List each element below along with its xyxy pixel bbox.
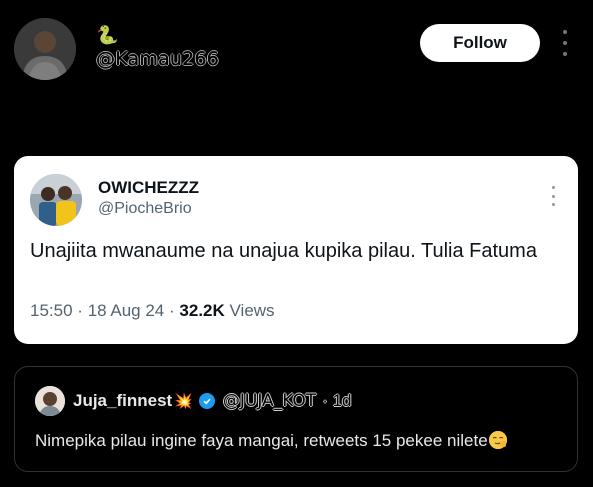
avatar[interactable] bbox=[14, 18, 76, 80]
reply-text-body: Nimepika pilau ingine faya mangai, retwe… bbox=[35, 431, 488, 450]
tweet-date[interactable]: 18 Aug 24 bbox=[88, 301, 165, 320]
quoted-tweet-card[interactable]: OWICHEZZZ @PiocheBrio Unajiita mwanaume … bbox=[14, 156, 578, 344]
verified-badge-icon bbox=[198, 393, 215, 409]
collision-emoji-icon: 💥 bbox=[174, 393, 193, 410]
avatar-photo bbox=[30, 174, 82, 226]
views-count: 32.2K bbox=[179, 301, 225, 320]
reply-header: Juja_finnest 💥 @JUJA_KOT · 1d bbox=[73, 391, 351, 411]
reply-author-name[interactable]: Juja_finnest bbox=[73, 391, 172, 411]
tweet-text: Unajiita mwanaume na unajua kupika pilau… bbox=[30, 240, 537, 262]
avatar[interactable] bbox=[30, 174, 82, 226]
reply-text: Nimepika pilau ingine faya mangai, retwe… bbox=[35, 431, 507, 451]
reply-time[interactable]: · 1d bbox=[322, 391, 351, 411]
follow-button[interactable]: Follow bbox=[420, 24, 540, 62]
avatar-photo bbox=[14, 18, 76, 80]
avatar-photo bbox=[35, 386, 65, 416]
author-handle[interactable]: @PiocheBrio bbox=[98, 200, 192, 218]
more-options-icon[interactable] bbox=[556, 30, 574, 56]
reply-author-handle[interactable]: @JUJA_KOT bbox=[223, 391, 316, 411]
smirk-emoji-icon bbox=[488, 431, 507, 449]
tweet-meta: 15:50 · 18 Aug 24 · 32.2K Views bbox=[30, 301, 275, 321]
snake-emoji-icon: 🐍 bbox=[96, 25, 119, 45]
avatar[interactable] bbox=[35, 386, 65, 416]
meta-separator: · bbox=[77, 301, 83, 320]
more-options-icon[interactable] bbox=[548, 186, 558, 206]
views-label: Views bbox=[229, 301, 275, 320]
tweet-time[interactable]: 15:50 bbox=[30, 301, 73, 320]
reply-tweet-card[interactable]: Juja_finnest 💥 @JUJA_KOT · 1d Nimepika p… bbox=[14, 366, 578, 472]
user-handle[interactable]: @Kamau266 bbox=[96, 48, 219, 70]
author-name[interactable]: OWICHEZZZ bbox=[98, 178, 199, 198]
tweet-header: 🐍 @Kamau266 Follow bbox=[0, 0, 593, 90]
meta-separator: · bbox=[169, 301, 175, 320]
user-identity: 🐍 @Kamau266 bbox=[96, 26, 219, 70]
